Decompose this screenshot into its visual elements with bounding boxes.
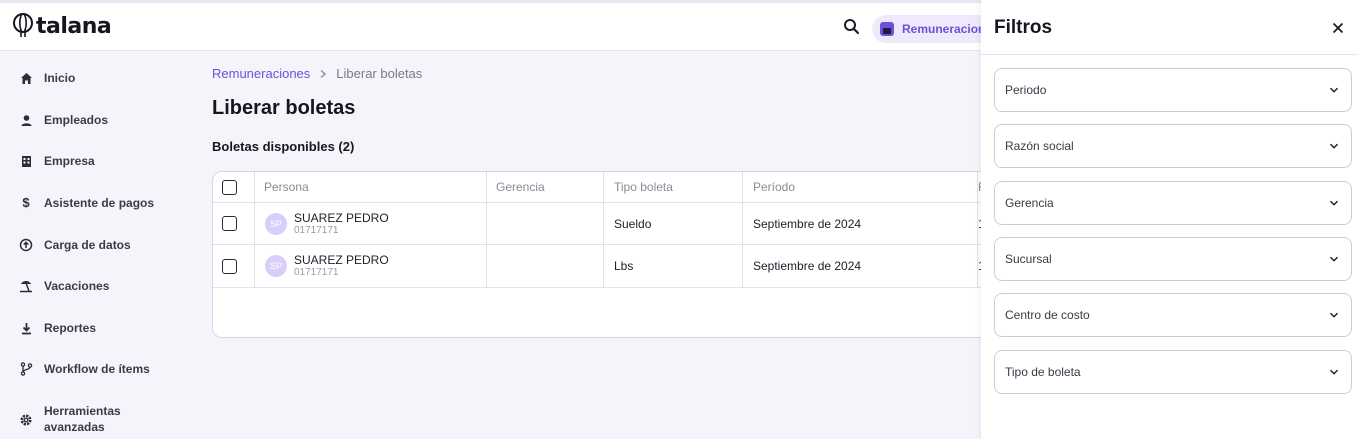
- chevron-down-icon: [1329, 256, 1339, 262]
- gerencia-cell: [487, 245, 604, 287]
- person-name: SUAREZ PEDRO: [294, 253, 389, 267]
- filters-title: Filtros: [994, 17, 1053, 38]
- table-row[interactable]: SP SUAREZ PEDRO 01717171 Sueldo Septiemb…: [213, 203, 1011, 245]
- sidebar-item-label: Vacaciones: [44, 279, 110, 293]
- sidebar-item-empleados[interactable]: Empleados: [0, 111, 180, 129]
- table-header-row: Persona Gerencia Tipo boleta Período F: [213, 172, 1011, 203]
- branch-icon: [19, 362, 33, 376]
- column-header-persona[interactable]: Persona: [255, 172, 487, 202]
- sidebar: Inicio Empleados Empresa $ Asistente de …: [0, 51, 180, 439]
- sidebar-item-carga-de-datos[interactable]: Carga de datos: [0, 236, 180, 254]
- home-icon: [19, 71, 33, 85]
- chevron-down-icon: [1329, 143, 1339, 149]
- row-select-cell: [213, 203, 255, 244]
- gerencia-cell: [487, 203, 604, 244]
- sidebar-item-label: Carga de datos: [44, 238, 131, 252]
- breadcrumb-link[interactable]: Remuneraciones: [212, 66, 310, 81]
- periodo-cell: Septiembre de 2024: [743, 245, 978, 287]
- filter-razon-social-select[interactable]: Razón social: [994, 124, 1352, 168]
- filter-sucursal-select[interactable]: Sucursal: [994, 237, 1352, 281]
- filter-centro-de-costo-select[interactable]: Centro de costo: [994, 293, 1352, 337]
- sidebar-item-label: Reportes: [44, 321, 97, 335]
- row-select-cell: [213, 245, 255, 287]
- persona-cell: SP SUAREZ PEDRO 01717171: [255, 203, 487, 244]
- persona-cell: SP SUAREZ PEDRO 01717171: [255, 245, 487, 287]
- close-icon[interactable]: [1331, 21, 1345, 35]
- tipo-boleta-cell: Sueldo: [604, 203, 743, 244]
- filters-panel: Filtros Periodo Razón social Gerencia Su…: [981, 0, 1357, 439]
- sidebar-item-label: Empleados: [44, 113, 109, 127]
- sidebar-item-workflow-de-items[interactable]: Workflow de ítems: [0, 360, 180, 378]
- person-info: SUAREZ PEDRO 01717171: [294, 211, 389, 237]
- tipo-boleta-cell: Lbs: [604, 245, 743, 287]
- filter-tipo-de-boleta-select[interactable]: Tipo de boleta: [994, 350, 1352, 394]
- select-all-checkbox[interactable]: [222, 179, 237, 195]
- breadcrumb: Remuneraciones Liberar boletas: [212, 66, 422, 81]
- module-icon: [880, 22, 894, 36]
- page-title: Liberar boletas: [212, 97, 356, 119]
- sidebar-item-label: Herramientas avanzadas: [44, 404, 121, 434]
- sidebar-item-label: Asistente de pagos: [44, 196, 155, 210]
- person-id: 01717171: [294, 224, 339, 236]
- brand-name: talana: [36, 13, 112, 39]
- beach-icon: [19, 279, 33, 293]
- sidebar-item-inicio[interactable]: Inicio: [0, 69, 180, 87]
- filter-label: Periodo: [1005, 83, 1047, 97]
- person-icon: [19, 113, 33, 127]
- boletas-table: Persona Gerencia Tipo boleta Período F S…: [212, 171, 1012, 338]
- avatar: SP: [265, 255, 287, 277]
- talana-logo[interactable]: talana: [12, 13, 112, 39]
- upload-circle-icon: [19, 238, 33, 252]
- filter-periodo-select[interactable]: Periodo: [994, 68, 1352, 112]
- filter-gerencia-select[interactable]: Gerencia: [994, 181, 1352, 225]
- person-id: 01717171: [294, 267, 339, 278]
- table-row[interactable]: SP SUAREZ PEDRO 01717171 Lbs Septiembre …: [213, 245, 1011, 288]
- avatar: SP: [265, 212, 287, 235]
- chevron-down-icon: [1329, 312, 1339, 318]
- filter-label: Tipo de boleta: [1005, 365, 1081, 379]
- sidebar-item-vacaciones[interactable]: Vacaciones: [0, 277, 180, 295]
- filter-label: Gerencia: [1005, 196, 1054, 210]
- sidebar-item-asistente-de-pagos[interactable]: $ Asistente de pagos: [0, 194, 180, 212]
- filter-label: Sucursal: [1005, 252, 1052, 266]
- sidebar-item-reportes[interactable]: Reportes: [0, 319, 180, 337]
- select-all-cell: [213, 172, 255, 202]
- row-checkbox[interactable]: [222, 258, 237, 274]
- filter-label: Razón social: [1005, 139, 1074, 153]
- breadcrumb-current: Liberar boletas: [336, 66, 423, 81]
- search-icon[interactable]: [842, 17, 862, 37]
- chevron-down-icon: [1329, 200, 1339, 206]
- section-title: Boletas disponibles (2): [212, 139, 355, 154]
- download-icon: [19, 321, 33, 335]
- column-header-gerencia[interactable]: Gerencia: [487, 172, 604, 202]
- chevron-down-icon: [1329, 87, 1339, 93]
- filters-panel-header: Filtros: [981, 0, 1357, 55]
- sidebar-item-label: Inicio: [44, 71, 76, 85]
- building-icon: [19, 154, 33, 168]
- sidebar-item-herramientas-avanzadas[interactable]: Herramientas avanzadas: [0, 403, 180, 437]
- gear-icon: [19, 413, 33, 427]
- sidebar-item-label: Empresa: [44, 154, 95, 168]
- person-info: SUAREZ PEDRO 01717171: [294, 253, 389, 279]
- chevron-down-icon: [1329, 369, 1339, 375]
- periodo-cell: Septiembre de 2024: [743, 203, 978, 244]
- person-name: SUAREZ PEDRO: [294, 210, 389, 225]
- filter-label: Centro de costo: [1005, 308, 1090, 322]
- column-header-tipo-boleta[interactable]: Tipo boleta: [604, 172, 743, 202]
- sidebar-item-empresa[interactable]: Empresa: [0, 152, 180, 170]
- row-checkbox[interactable]: [222, 216, 237, 231]
- column-header-periodo[interactable]: Período: [743, 172, 978, 202]
- sidebar-item-label: Workflow de ítems: [44, 362, 150, 376]
- balloon-icon: [13, 13, 33, 37]
- dollar-icon: $: [22, 195, 30, 210]
- chevron-right-icon: [320, 69, 327, 78]
